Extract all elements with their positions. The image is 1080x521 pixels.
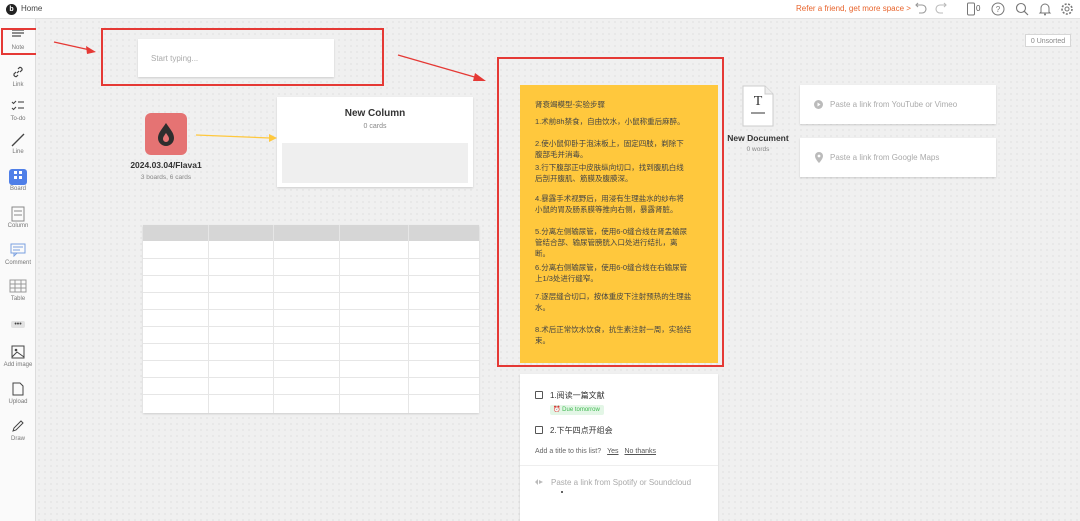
sticky-line: 肾衰竭模型-实验步骤 [535,100,605,109]
todo-item-text[interactable]: 1.阅读一篇文献 [550,390,605,401]
due-text: Due tomorrow [562,407,600,413]
title-prompt: Add a title to this list? Yes No thanks [535,448,656,455]
board-title[interactable]: 2024.03.04/Flava1 [120,160,212,170]
drop-icon [158,123,174,146]
column-title[interactable]: New Column [277,108,473,119]
video-link-placeholder[interactable]: Paste a link from YouTube or Vimeo [830,100,957,109]
audio-icon [535,479,543,485]
sticky-line: 8.术后正常饮水饮食，抗生素注射一周，实验结 [535,325,692,334]
title-no-link[interactable]: No thanks [624,448,656,455]
map-link-card[interactable]: Paste a link from Google Maps [800,138,996,177]
due-badge[interactable]: ⏰ Due tomorrow [550,405,604,415]
sticky-line: 5.分离左侧输尿管，使用6-0缝合线在肾盂输尿 [535,227,688,236]
map-pin-icon [815,152,823,163]
cursor-dot [561,491,563,493]
sticky-line: 1.术前8h禁食，自由饮水，小鼠称重后麻醉。 [535,117,685,126]
sticky-line: 4.暴露手术视野后，用浸有生理盐水的纱布将 [535,194,684,203]
todo-checkbox[interactable] [535,391,543,399]
document-subtitle: 0 words [746,146,770,153]
sticky-line: 管结合部、输尿管膀胱入口处进行结扎，离 [535,238,678,247]
sticky-line: 后剖开腹肌、筋膜及腹膜深。 [535,174,633,183]
board-subtitle: 3 boards, 6 cards [140,174,192,181]
title-prompt-text: Add a title to this list? [535,448,602,455]
note-card[interactable]: Start typing... [138,39,334,77]
column-card[interactable]: New Column 0 cards [277,97,473,187]
sticky-line: 上1/3处进行缝窄。 [535,274,598,283]
table-widget[interactable] [143,225,479,413]
column-subtitle: 0 cards [363,123,387,130]
sticky-line: 水。 [535,303,550,312]
alarm-icon: ⏰ [553,407,561,413]
sticky-line: 6.分离右侧输尿管，使用6-0缝合线在右输尿管 [535,263,688,272]
todo-list-card[interactable]: 1.阅读一篇文献 ⏰ Due tomorrow 2.下午四点开组会 Add a … [520,374,718,521]
todo-item-text[interactable]: 2.下午四点开组会 [550,425,613,436]
audio-link-placeholder[interactable]: Paste a link from Spotify or Soundcloud [551,478,691,487]
note-placeholder[interactable]: Start typing... [151,54,198,63]
table-header-row [143,225,479,241]
document-icon[interactable]: T [741,85,775,127]
title-yes-link[interactable]: Yes [607,448,618,455]
divider [520,465,718,466]
sticky-line: 7.逐层缝合切口，按体重皮下注射预热的生理盐 [535,292,692,301]
sticky-line: 束。 [535,336,550,345]
sticky-note[interactable]: 肾衰竭模型-实验步骤 1.术前8h禁食，自由饮水，小鼠称重后麻醉。 2.使小鼠仰… [520,85,718,363]
column-dropzone[interactable] [282,143,468,183]
sticky-line: 2.使小鼠仰卧于泡沫板上，固定四肢，剃除下 [535,139,684,148]
document-glyph: T [753,94,763,109]
play-icon [814,100,823,109]
map-link-placeholder[interactable]: Paste a link from Google Maps [830,153,939,162]
sticky-line: 腹部毛并消毒。 [535,150,588,159]
sticky-line: 小鼠的胃及肠系膜等推向右侧，暴露肾脏。 [535,205,678,214]
sticky-line: 断。 [535,249,550,258]
board-tile[interactable] [145,113,187,155]
sticky-line: 3.行下腹部正中皮肤纵向切口，找到腹肌白线 [535,163,684,172]
todo-checkbox[interactable] [535,426,543,434]
document-title[interactable]: New Document [718,133,798,143]
video-link-card[interactable]: Paste a link from YouTube or Vimeo [800,85,996,124]
